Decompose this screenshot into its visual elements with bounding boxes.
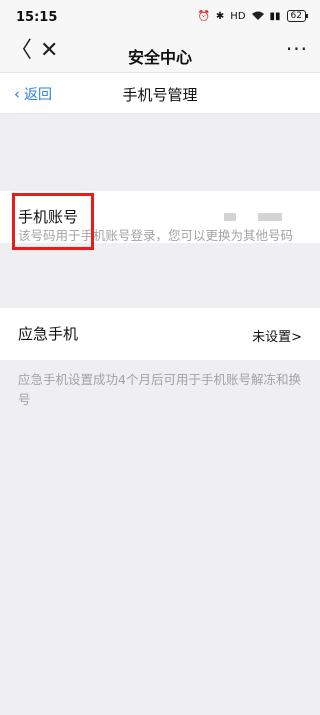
emergency-phone-value: 未设置>	[252, 330, 302, 345]
alarm-icon: ⏰	[197, 10, 210, 22]
hd-icon: HD	[230, 10, 246, 22]
status-time: 15:15	[16, 10, 58, 25]
emergency-note: 应急手机设置成功4个月后可用于手机账号解冻和换号	[18, 372, 301, 407]
masked-phone-part	[224, 213, 236, 221]
status-bar: 15:15 ⏰ ✱ HD ▮▮ 62	[0, 0, 320, 34]
wifi-icon	[251, 11, 264, 20]
bluetooth-icon: ✱	[215, 10, 225, 22]
sub-header: ‹ 返回 手机号管理	[0, 72, 320, 114]
signal-icon: ▮▮	[269, 10, 281, 22]
emergency-phone-row[interactable]: 应急手机 未设置>	[0, 308, 320, 360]
emergency-phone-label: 应急手机	[18, 325, 79, 343]
more-menu-icon[interactable]: ···	[286, 37, 308, 61]
app-title: 安全中心	[127, 48, 192, 67]
status-icons: ⏰ ✱ HD ▮▮ 62	[197, 10, 309, 22]
app-bar: 〈 ✕ 安全中心 ···	[0, 34, 320, 72]
battery-icon: 62	[286, 10, 309, 22]
page-title: 手机号管理	[122, 86, 198, 104]
highlight-box	[12, 193, 94, 250]
masked-phone-part	[258, 213, 282, 221]
